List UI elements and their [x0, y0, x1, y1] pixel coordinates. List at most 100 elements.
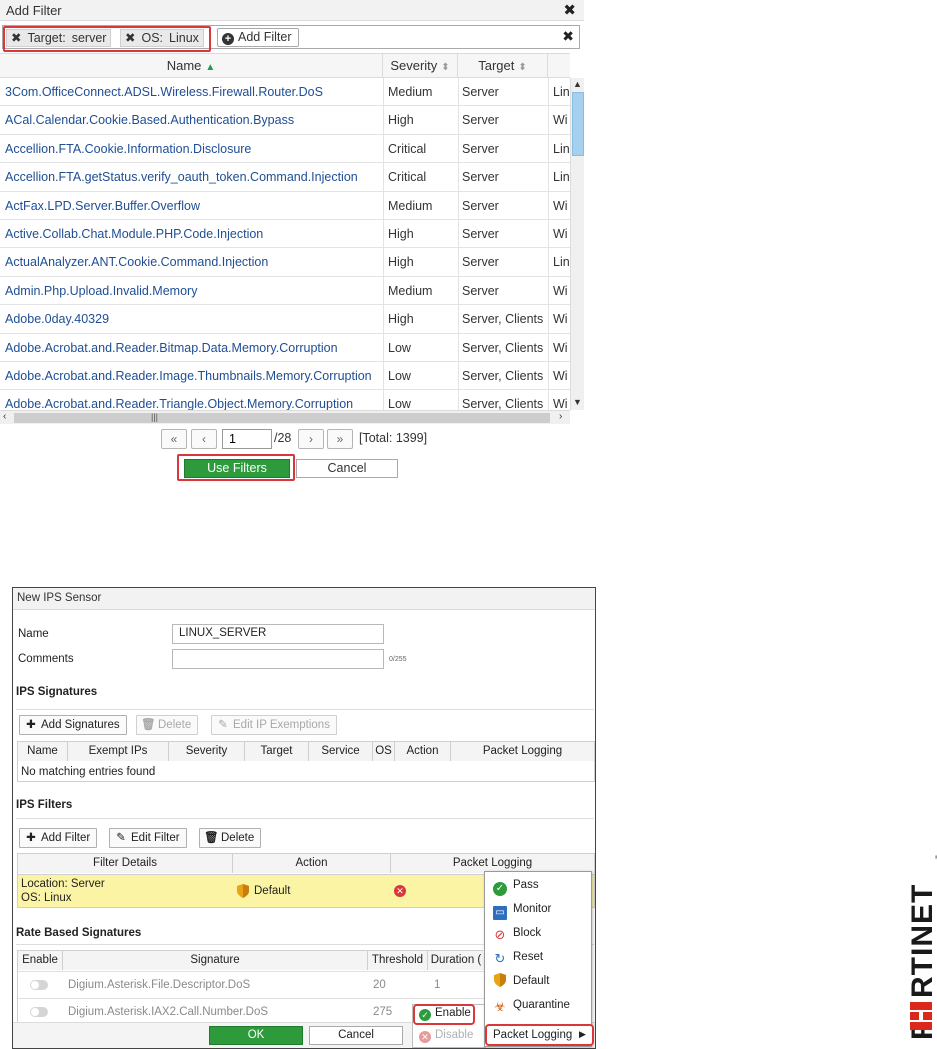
dialog-title: New IPS Sensor: [17, 592, 102, 604]
trash-icon: 🗑: [204, 832, 219, 844]
menu-item-block[interactable]: ⊘ Block: [485, 922, 591, 944]
divider: [16, 818, 594, 819]
signature-name[interactable]: Adobe.Acrobat.and.Reader.Image.Thumbnail…: [5, 362, 382, 390]
menu-label: Enable: [435, 1007, 471, 1019]
sort-icon: ⬍: [518, 62, 527, 73]
severity-cell: Low: [388, 340, 411, 355]
close-icon[interactable]: ✖: [563, 1, 576, 19]
os-cell: Wi: [553, 198, 568, 213]
button-label: Delete: [158, 719, 192, 731]
last-page-button[interactable]: »: [327, 429, 353, 449]
signature-name[interactable]: Accellion.FTA.getStatus.verify_oauth_tok…: [5, 163, 382, 191]
os-cell: Wi: [553, 312, 568, 327]
scroll-down-icon[interactable]: ▼: [573, 397, 582, 407]
total-count: [Total: 1399]: [359, 431, 428, 445]
menu-item-pass[interactable]: ✓ Pass: [485, 874, 591, 896]
table-row[interactable]: Admin.Php.Upload.Invalid.Memory Medium Ser…: [0, 277, 570, 306]
signature-name[interactable]: ActualAnalyzer.ANT.Cookie.Command.Inject…: [5, 248, 382, 276]
shield-icon: [493, 973, 507, 987]
ok-button[interactable]: OK: [209, 1026, 303, 1045]
delete-signature-button[interactable]: 🗑 Delete: [136, 715, 199, 735]
menu-item-default[interactable]: Default: [485, 970, 591, 992]
disable-menu-item[interactable]: ✕ Disable: [419, 1029, 473, 1043]
column-header: Packet Logging: [451, 742, 594, 761]
signature-name[interactable]: Admin.Php.Upload.Invalid.Memory: [5, 277, 382, 305]
table-row[interactable]: ActFax.LPD.Server.Buffer.Overflow Medium S…: [0, 192, 570, 220]
name-input[interactable]: LINUX_SERVER: [172, 624, 384, 644]
toggle-switch[interactable]: [30, 1007, 48, 1017]
comments-textarea[interactable]: [172, 649, 384, 669]
os-cell: Wi: [553, 340, 568, 355]
edit-filter-button[interactable]: ✎ Edit Filter: [109, 828, 187, 848]
rate-signature: Digium.Asterisk.File.Descriptor.DoS: [68, 979, 251, 991]
scroll-thumb[interactable]: |||: [14, 412, 550, 423]
add-filter-button[interactable]: ✚ Add Filter: [19, 828, 98, 848]
table-row[interactable]: ActualAnalyzer.ANT.Cookie.Command.Inject…: [0, 248, 570, 277]
page-number-input[interactable]: [222, 429, 272, 449]
menu-item-quarantine[interactable]: ☣ Quarantine: [485, 994, 591, 1016]
plus-circle-icon: +: [222, 33, 234, 45]
submenu-arrow-icon: ▶: [579, 1029, 586, 1039]
signature-name[interactable]: ActFax.LPD.Server.Buffer.Overflow: [5, 192, 382, 220]
column-header-severity[interactable]: Severity ⬍: [383, 54, 458, 78]
signature-name[interactable]: Active.Collab.Chat.Module.PHP.Code.Injec…: [5, 220, 382, 248]
table-row[interactable]: 3Com.OfficeConnect.ADSL.Wireless.Firewal…: [0, 78, 570, 107]
menu-label: Monitor: [513, 903, 552, 915]
fortinet-logo: ® F RTINET: [906, 852, 937, 1042]
packet-logging-menu-item[interactable]: Packet Logging ▶: [485, 1024, 594, 1046]
target-cell: Server: [462, 141, 499, 156]
column-header-target[interactable]: Target ⬍: [458, 54, 548, 78]
cancel-button[interactable]: Cancel: [309, 1026, 403, 1045]
table-row[interactable]: Adobe.Acrobat.and.Reader.Image.Thumbnail…: [0, 362, 570, 391]
clear-filters-icon[interactable]: ✖: [562, 28, 574, 45]
comments-counter: 0/255: [389, 656, 407, 663]
severity-cell: Critical: [388, 141, 427, 156]
horizontal-scrollbar[interactable]: ‹ ||| ›: [0, 410, 570, 424]
rate-duration: 1: [434, 979, 441, 991]
toggle-switch[interactable]: [30, 980, 48, 990]
delete-filter-button[interactable]: 🗑 Delete: [199, 828, 262, 848]
table-row[interactable]: Active.Collab.Chat.Module.PHP.Code.Injec…: [0, 220, 570, 249]
table-row[interactable]: Accellion.FTA.Cookie.Information.Disclos…: [0, 135, 570, 164]
use-filters-button[interactable]: Use Filters: [184, 459, 290, 478]
cancel-button[interactable]: Cancel: [296, 459, 398, 478]
svg-text:®: ®: [933, 854, 937, 860]
scroll-thumb[interactable]: [572, 92, 584, 156]
target-cell: Server: [462, 255, 499, 270]
add-signatures-button[interactable]: ✚ Add Signatures: [19, 715, 127, 735]
signature-name[interactable]: ACal.Calendar.Cookie.Based.Authenticatio…: [5, 106, 382, 134]
column-header-name[interactable]: Name ▲: [0, 54, 383, 78]
column-label: Severity: [390, 58, 438, 73]
table-row[interactable]: Adobe.0day.40329 High Server, Clients Wi: [0, 305, 570, 334]
menu-item-monitor[interactable]: ▭ Monitor: [485, 898, 591, 920]
table-row[interactable]: Adobe.Acrobat.and.Reader.Bitmap.Data.Mem…: [0, 334, 570, 362]
vertical-scrollbar[interactable]: ▲ ▼: [570, 78, 584, 410]
column-header: OS: [373, 742, 395, 761]
table-row[interactable]: Accellion.FTA.getStatus.verify_oauth_tok…: [0, 163, 570, 192]
add-filter-dialog: Add Filter ✖ ✖ Target: server ✖ OS: Linux + A…: [0, 0, 584, 482]
table-row[interactable]: Adobe.Acrobat.and.Reader.Triangle.Object…: [0, 390, 570, 410]
edit-ip-exemptions-button[interactable]: ✎ Edit IP Exemptions: [211, 715, 337, 735]
button-label: Add Signatures: [41, 719, 120, 731]
button-label: Delete: [221, 832, 255, 844]
signature-name[interactable]: Adobe.Acrobat.and.Reader.Bitmap.Data.Mem…: [5, 334, 382, 362]
table-row[interactable]: ACal.Calendar.Cookie.Based.Authenticatio…: [0, 106, 570, 135]
target-cell: Server: [462, 170, 499, 185]
signature-name[interactable]: Adobe.0day.40329: [5, 305, 382, 333]
signature-name[interactable]: Accellion.FTA.Cookie.Information.Disclos…: [5, 135, 382, 163]
plus-icon: ✚: [26, 832, 36, 844]
menu-item-reset[interactable]: ↻ Reset: [485, 946, 591, 968]
signature-name[interactable]: Adobe.Acrobat.and.Reader.Triangle.Object…: [5, 390, 382, 410]
prev-page-button[interactable]: ‹: [191, 429, 217, 449]
scroll-left-icon[interactable]: ‹: [3, 411, 6, 422]
enable-menu-item[interactable]: ✓ Enable: [419, 1007, 471, 1021]
next-page-button[interactable]: ›: [298, 429, 324, 449]
scroll-right-icon[interactable]: ›: [559, 411, 562, 422]
add-filter-button[interactable]: + Add Filter: [217, 28, 299, 47]
target-cell: Server, Clients: [462, 312, 544, 327]
menu-label: Quarantine: [513, 999, 570, 1011]
edit-icon: ✎: [218, 719, 228, 731]
first-page-button[interactable]: «: [161, 429, 187, 449]
scroll-up-icon[interactable]: ▲: [573, 79, 582, 89]
signature-name[interactable]: 3Com.OfficeConnect.ADSL.Wireless.Firewal…: [5, 78, 382, 106]
